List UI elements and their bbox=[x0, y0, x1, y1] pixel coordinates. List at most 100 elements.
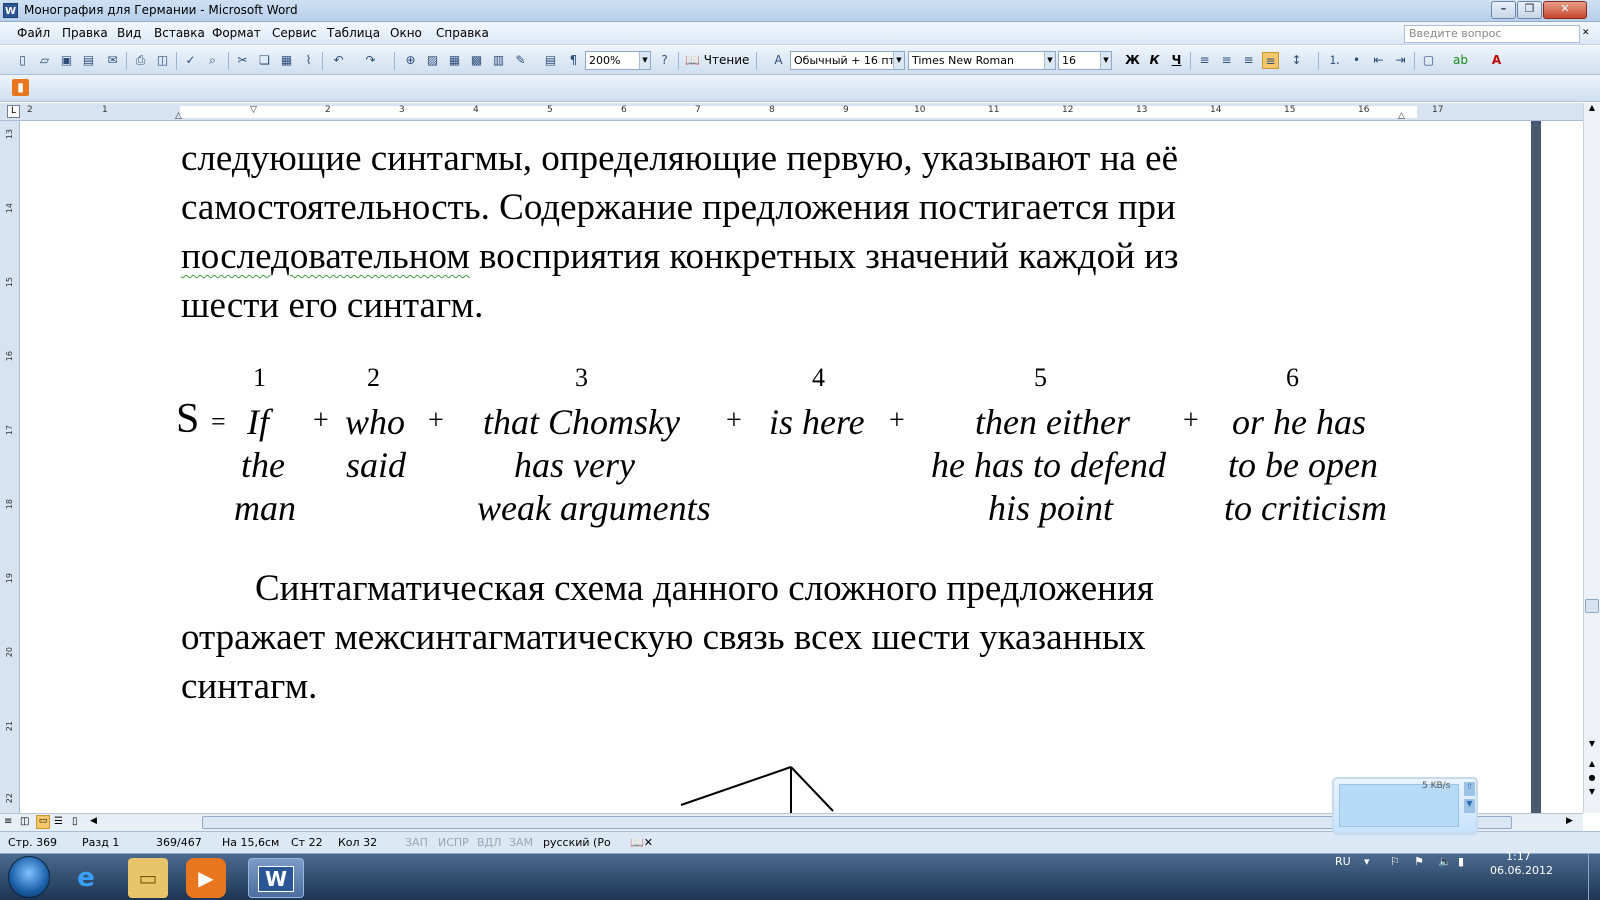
open-icon[interactable]: ▱ bbox=[36, 52, 53, 69]
print-preview-icon[interactable]: ◫ bbox=[154, 52, 171, 69]
menu-format[interactable]: Формат bbox=[212, 26, 261, 40]
research-icon[interactable]: ⌕ bbox=[204, 52, 221, 69]
next-page-icon[interactable]: ▼ bbox=[1585, 787, 1599, 801]
spelling-icon[interactable]: ✓ bbox=[182, 52, 199, 69]
style-dropdown-icon[interactable]: ▼ bbox=[893, 52, 904, 69]
start-button[interactable] bbox=[8, 856, 50, 898]
menu-table[interactable]: Таблица bbox=[327, 26, 380, 40]
media-player-icon[interactable]: ▶ bbox=[186, 858, 226, 898]
font-dropdown-icon[interactable]: ▼ bbox=[1044, 52, 1055, 69]
scroll-thumb[interactable] bbox=[1585, 599, 1599, 613]
show-desktop-button[interactable] bbox=[1588, 854, 1600, 900]
language-indicator[interactable]: RU bbox=[1335, 855, 1351, 868]
menu-help[interactable]: Справка bbox=[436, 26, 489, 40]
help-icon[interactable]: ? bbox=[656, 52, 673, 69]
left-indent-marker[interactable]: △ bbox=[175, 111, 182, 121]
highlight-icon[interactable]: ab bbox=[1452, 52, 1469, 69]
align-right-icon[interactable]: ≡ bbox=[1240, 52, 1257, 69]
web-view-icon[interactable]: ◫ bbox=[20, 816, 29, 827]
style-combo[interactable]: Обычный + 16 пт ▼ bbox=[790, 51, 905, 70]
format-painter-icon[interactable]: ⌇ bbox=[300, 52, 317, 69]
tables-borders-icon[interactable]: ▨ bbox=[424, 52, 441, 69]
redo-icon[interactable]: ↷ bbox=[362, 52, 379, 69]
scroll-left-icon[interactable]: ◀ bbox=[90, 816, 97, 826]
email-icon[interactable]: ✉ bbox=[104, 52, 121, 69]
minimize-button[interactable]: – bbox=[1491, 1, 1516, 19]
flag-icon[interactable]: ⚑ bbox=[1414, 855, 1424, 868]
document-page[interactable]: следующие синтагмы, определяющие первую,… bbox=[21, 121, 1531, 813]
insert-table-icon[interactable]: ▦ bbox=[446, 52, 463, 69]
ask-question-input[interactable]: Введите вопрос bbox=[1404, 25, 1580, 43]
right-indent-marker[interactable]: △ bbox=[1398, 111, 1405, 121]
font-size-combo[interactable]: 16 ▼ bbox=[1058, 51, 1112, 70]
misspelled-word[interactable]: последовательном bbox=[181, 236, 470, 277]
italic-button[interactable]: К bbox=[1146, 52, 1163, 69]
action-center-icon[interactable]: ⚐ bbox=[1390, 855, 1400, 868]
close-button[interactable]: ✕ bbox=[1543, 1, 1587, 19]
first-line-indent-marker[interactable]: ▽ bbox=[250, 105, 257, 115]
h-scroll-thumb[interactable] bbox=[202, 816, 1512, 829]
drawing-icon[interactable]: ✎ bbox=[512, 52, 529, 69]
bold-button[interactable]: Ж bbox=[1124, 52, 1141, 69]
show-formatting-icon[interactable]: ¶ bbox=[565, 52, 582, 69]
numbering-icon[interactable]: ⒈ bbox=[1326, 52, 1343, 69]
increase-indent-icon[interactable]: ⇥ bbox=[1392, 52, 1409, 69]
close-doc-icon[interactable]: ✕ bbox=[1582, 28, 1590, 38]
network-icon[interactable]: ▮ bbox=[1458, 855, 1464, 868]
status-extend[interactable]: ВДЛ bbox=[477, 836, 501, 849]
underline-button[interactable]: Ч bbox=[1168, 52, 1185, 69]
reading-view-icon[interactable]: ▯ bbox=[72, 816, 78, 827]
tray-icon[interactable]: ▾ bbox=[1364, 855, 1370, 868]
restore-button[interactable]: ❐ bbox=[1517, 1, 1542, 19]
gadget-down-icon[interactable]: ▼ bbox=[1464, 799, 1475, 813]
outline-view-icon[interactable]: ☰ bbox=[54, 816, 63, 827]
word-icon[interactable]: W bbox=[3, 3, 18, 18]
menu-insert[interactable]: Вставка bbox=[154, 26, 205, 40]
internet-explorer-icon[interactable]: e bbox=[60, 858, 112, 898]
menu-view[interactable]: Вид bbox=[117, 26, 141, 40]
clock-time[interactable]: 1:17 bbox=[1506, 850, 1531, 863]
decrease-indent-icon[interactable]: ⇤ bbox=[1370, 52, 1387, 69]
cut-icon[interactable]: ✂ bbox=[234, 52, 251, 69]
status-track-changes[interactable]: ИСПР bbox=[438, 836, 469, 849]
office-addin-icon[interactable]: ▮ bbox=[12, 79, 29, 96]
zoom-dropdown-icon[interactable]: ▼ bbox=[639, 52, 650, 69]
paste-icon[interactable]: ▦ bbox=[278, 52, 295, 69]
insert-excel-icon[interactable]: ▩ bbox=[468, 52, 485, 69]
scroll-right-icon[interactable]: ▶ bbox=[1566, 816, 1573, 826]
browse-object-icon[interactable]: ● bbox=[1585, 773, 1599, 787]
menu-tools[interactable]: Сервис bbox=[272, 26, 317, 40]
menu-file[interactable]: Файл bbox=[17, 26, 50, 40]
tab-selector[interactable]: L bbox=[7, 105, 20, 118]
menu-edit[interactable]: Правка bbox=[62, 26, 108, 40]
reading-mode-button[interactable]: 📖 Чтение bbox=[685, 53, 749, 67]
size-dropdown-icon[interactable]: ▼ bbox=[1100, 52, 1111, 69]
explorer-folder-icon[interactable]: ▭ bbox=[128, 858, 168, 898]
new-doc-icon[interactable]: ▯ bbox=[14, 52, 31, 69]
status-overtype[interactable]: ЗАМ bbox=[509, 836, 533, 849]
hyperlink-icon[interactable]: ⊕ bbox=[402, 52, 419, 69]
vertical-scrollbar[interactable]: ▲ ▼ ▲ ● ▼ bbox=[1583, 103, 1600, 813]
word-taskbar-icon[interactable]: W bbox=[248, 858, 304, 898]
save-icon[interactable]: ▣ bbox=[58, 52, 75, 69]
font-color-icon[interactable]: A bbox=[1488, 52, 1505, 69]
prev-page-icon[interactable]: ▲ bbox=[1585, 759, 1599, 773]
align-left-icon[interactable]: ≡ bbox=[1196, 52, 1213, 69]
clock-date[interactable]: 06.06.2012 bbox=[1490, 864, 1553, 877]
font-combo[interactable]: Times New Roman ▼ bbox=[908, 51, 1056, 70]
menu-window[interactable]: Окно bbox=[390, 26, 422, 40]
zoom-combo[interactable]: 200% ▼ bbox=[585, 51, 651, 70]
scroll-up-icon[interactable]: ▲ bbox=[1585, 103, 1599, 118]
gadget-up-icon[interactable]: ⇧ bbox=[1464, 782, 1475, 796]
bullets-icon[interactable]: • bbox=[1348, 52, 1365, 69]
styles-pane-icon[interactable]: A bbox=[770, 52, 787, 69]
permission-icon[interactable]: ▤ bbox=[80, 52, 97, 69]
align-center-icon[interactable]: ≡ bbox=[1218, 52, 1235, 69]
line-spacing-icon[interactable]: ↕ bbox=[1288, 52, 1305, 69]
print-icon[interactable]: ⎙ bbox=[132, 52, 149, 69]
doc-map-icon[interactable]: ▤ bbox=[542, 52, 559, 69]
spelling-status-icon[interactable]: 📖✕ bbox=[630, 836, 653, 849]
volume-icon[interactable]: 🔈 bbox=[1438, 855, 1452, 868]
network-meter-gadget[interactable]: 5 KB/s ⇧ ▼ bbox=[1332, 777, 1478, 835]
normal-view-icon[interactable]: ≡ bbox=[4, 816, 12, 827]
